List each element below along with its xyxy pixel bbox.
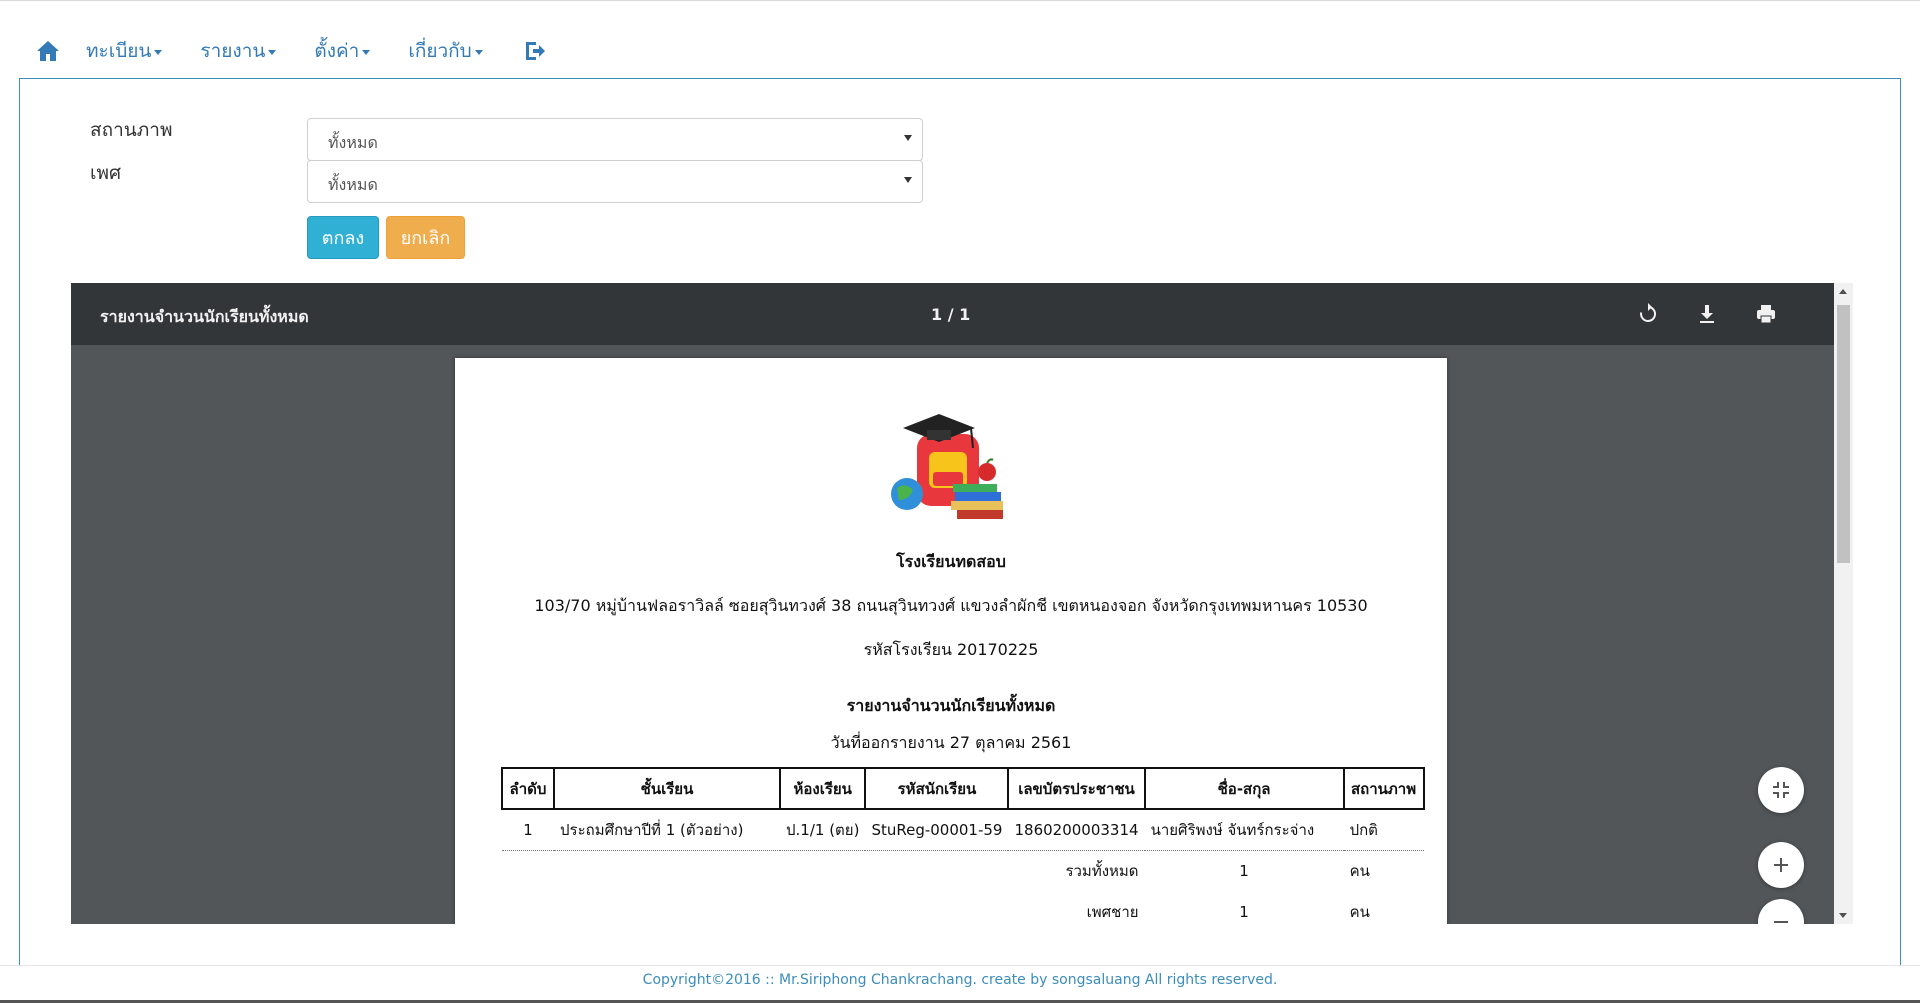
nav-menu-label: เกี่ยวกับ	[408, 40, 472, 62]
scrollbar-thumb[interactable]	[1837, 305, 1850, 563]
caret-down-icon	[362, 50, 371, 55]
ok-button[interactable]: ตกลง	[307, 216, 379, 259]
print-icon[interactable]	[1754, 302, 1778, 326]
nav-menu-label: ทะเบียน	[86, 40, 152, 62]
caret-down-icon	[268, 50, 277, 55]
summary-value: 1	[1239, 902, 1249, 921]
column-header: ลำดับ	[501, 767, 555, 810]
cell-status: ปกติ	[1343, 809, 1424, 851]
summary-label: เพศชาย	[1086, 902, 1139, 921]
zoom-in-icon	[1774, 858, 1788, 872]
fit-to-page-button[interactable]	[1758, 767, 1804, 813]
table-header-row: ลำดับ ชั้นเรียน ห้องเรียน รหัสนักเรียน เ…	[501, 767, 1425, 810]
pdf-document-title: รายงานจำนวนนักเรียนทั้งหมด	[100, 307, 309, 326]
nav-menu-label: รายงาน	[200, 40, 266, 62]
cell-order: 1	[502, 809, 554, 851]
report-date: วันที่ออกรายงาน 27 ตุลาคม 2561	[830, 733, 1072, 752]
summary-row-male: เพศชาย 1 คน	[502, 891, 1424, 924]
caret-down-icon	[474, 50, 483, 55]
pdf-toolbar: รายงานจำนวนนักเรียนทั้งหมด 1 / 1	[71, 283, 1834, 345]
summary-unit: คน	[1349, 902, 1370, 921]
main-panel: สถานภาพ ทั้งหมด เพศ ทั้งหมด ตกลง ยกเลิก …	[19, 78, 1901, 970]
logout-icon[interactable]	[523, 39, 547, 63]
column-header: เลขบัตรประชาชน	[1007, 767, 1146, 810]
fit-to-page-icon	[1773, 782, 1789, 798]
nav-menu-reports[interactable]: รายงาน	[200, 36, 277, 66]
pdf-viewer[interactable]: รายงานจำนวนนักเรียนทั้งหมด 1 / 1 โรงเรีย…	[71, 283, 1853, 924]
dropdown-arrow-icon	[904, 135, 912, 141]
school-address: 103/70 หมู่บ้านฟลอราวิลล์ ซอยสุวินทวงศ์ …	[534, 596, 1368, 615]
copyright-text: Copyright©2016 :: Mr.Siriphong Chankrach…	[642, 972, 1278, 988]
top-navbar: ทะเบียน รายงาน ตั้งค่า เกี่ยวกับ	[0, 0, 1920, 78]
cell-classroom: ป.1/1 (ตย)	[780, 809, 866, 851]
table-row: 1 ประถมศึกษาปีที่ 1 (ตัวอย่าง) ป.1/1 (ตย…	[502, 809, 1424, 851]
cell-full-name: นายศิริพงษ์ จันทร์กระจ่าง	[1144, 809, 1344, 851]
pdf-page: โรงเรียนทดสอบ 103/70 หมู่บ้านฟลอราวิลล์ …	[455, 358, 1447, 924]
nav-menu-registration[interactable]: ทะเบียน	[86, 36, 163, 66]
summary-unit: คน	[1349, 861, 1370, 880]
cell-citizen-id: 1860200003314	[1008, 809, 1145, 851]
caret-down-icon	[154, 50, 163, 55]
zoom-in-button[interactable]	[1758, 842, 1804, 888]
column-header: สถานภาพ	[1342, 767, 1425, 810]
column-header: รหัสนักเรียน	[864, 767, 1010, 810]
summary-row-total: รวมทั้งหมด 1 คน	[502, 850, 1424, 891]
summary-value: 1	[1239, 861, 1249, 880]
gender-select-value: ทั้งหมด	[328, 175, 378, 194]
column-header: ห้องเรียน	[778, 767, 867, 810]
column-header: ชื่อ-สกุล	[1143, 767, 1345, 810]
main-nav: ทะเบียน รายงาน ตั้งค่า เกี่ยวกับ	[36, 35, 547, 67]
student-report-table: ลำดับ ชั้นเรียน ห้องเรียน รหัสนักเรียน เ…	[501, 767, 1425, 924]
rotate-icon[interactable]	[1636, 302, 1660, 326]
report-title: รายงานจำนวนนักเรียนทั้งหมด	[846, 696, 1056, 715]
zoom-out-button[interactable]	[1758, 899, 1804, 924]
nav-menu-label: ตั้งค่า	[314, 40, 360, 62]
status-label: สถานภาพ	[90, 119, 173, 141]
school-name: โรงเรียนทดสอบ	[896, 552, 1006, 571]
school-backpack-logo	[891, 414, 1003, 519]
status-select[interactable]: ทั้งหมด	[307, 118, 923, 161]
scroll-up-arrow-icon[interactable]	[1839, 289, 1847, 294]
nav-menu-about[interactable]: เกี่ยวกับ	[408, 36, 483, 66]
dropdown-arrow-icon	[904, 177, 912, 183]
nav-menu-settings[interactable]: ตั้งค่า	[314, 36, 371, 66]
cell-grade: ประถมศึกษาปีที่ 1 (ตัวอย่าง)	[554, 809, 780, 851]
cancel-button[interactable]: ยกเลิก	[386, 216, 465, 259]
footer: Copyright©2016 :: Mr.Siriphong Chankrach…	[0, 965, 1920, 1003]
pdf-page-indicator: 1 / 1	[931, 305, 971, 324]
pdf-scrollbar[interactable]	[1834, 283, 1853, 924]
scroll-down-arrow-icon[interactable]	[1839, 913, 1847, 918]
home-icon[interactable]	[36, 39, 60, 63]
summary-label: รวมทั้งหมด	[1065, 861, 1139, 880]
gender-select[interactable]: ทั้งหมด	[307, 160, 923, 203]
download-icon[interactable]	[1695, 302, 1719, 326]
zoom-out-icon	[1774, 921, 1788, 923]
cell-student-id: StuReg-00001-59	[865, 809, 1009, 851]
school-code: รหัสโรงเรียน 20170225	[863, 640, 1039, 659]
gender-label: เพศ	[90, 162, 122, 184]
status-select-value: ทั้งหมด	[328, 133, 378, 152]
column-header: ชั้นเรียน	[553, 767, 781, 810]
